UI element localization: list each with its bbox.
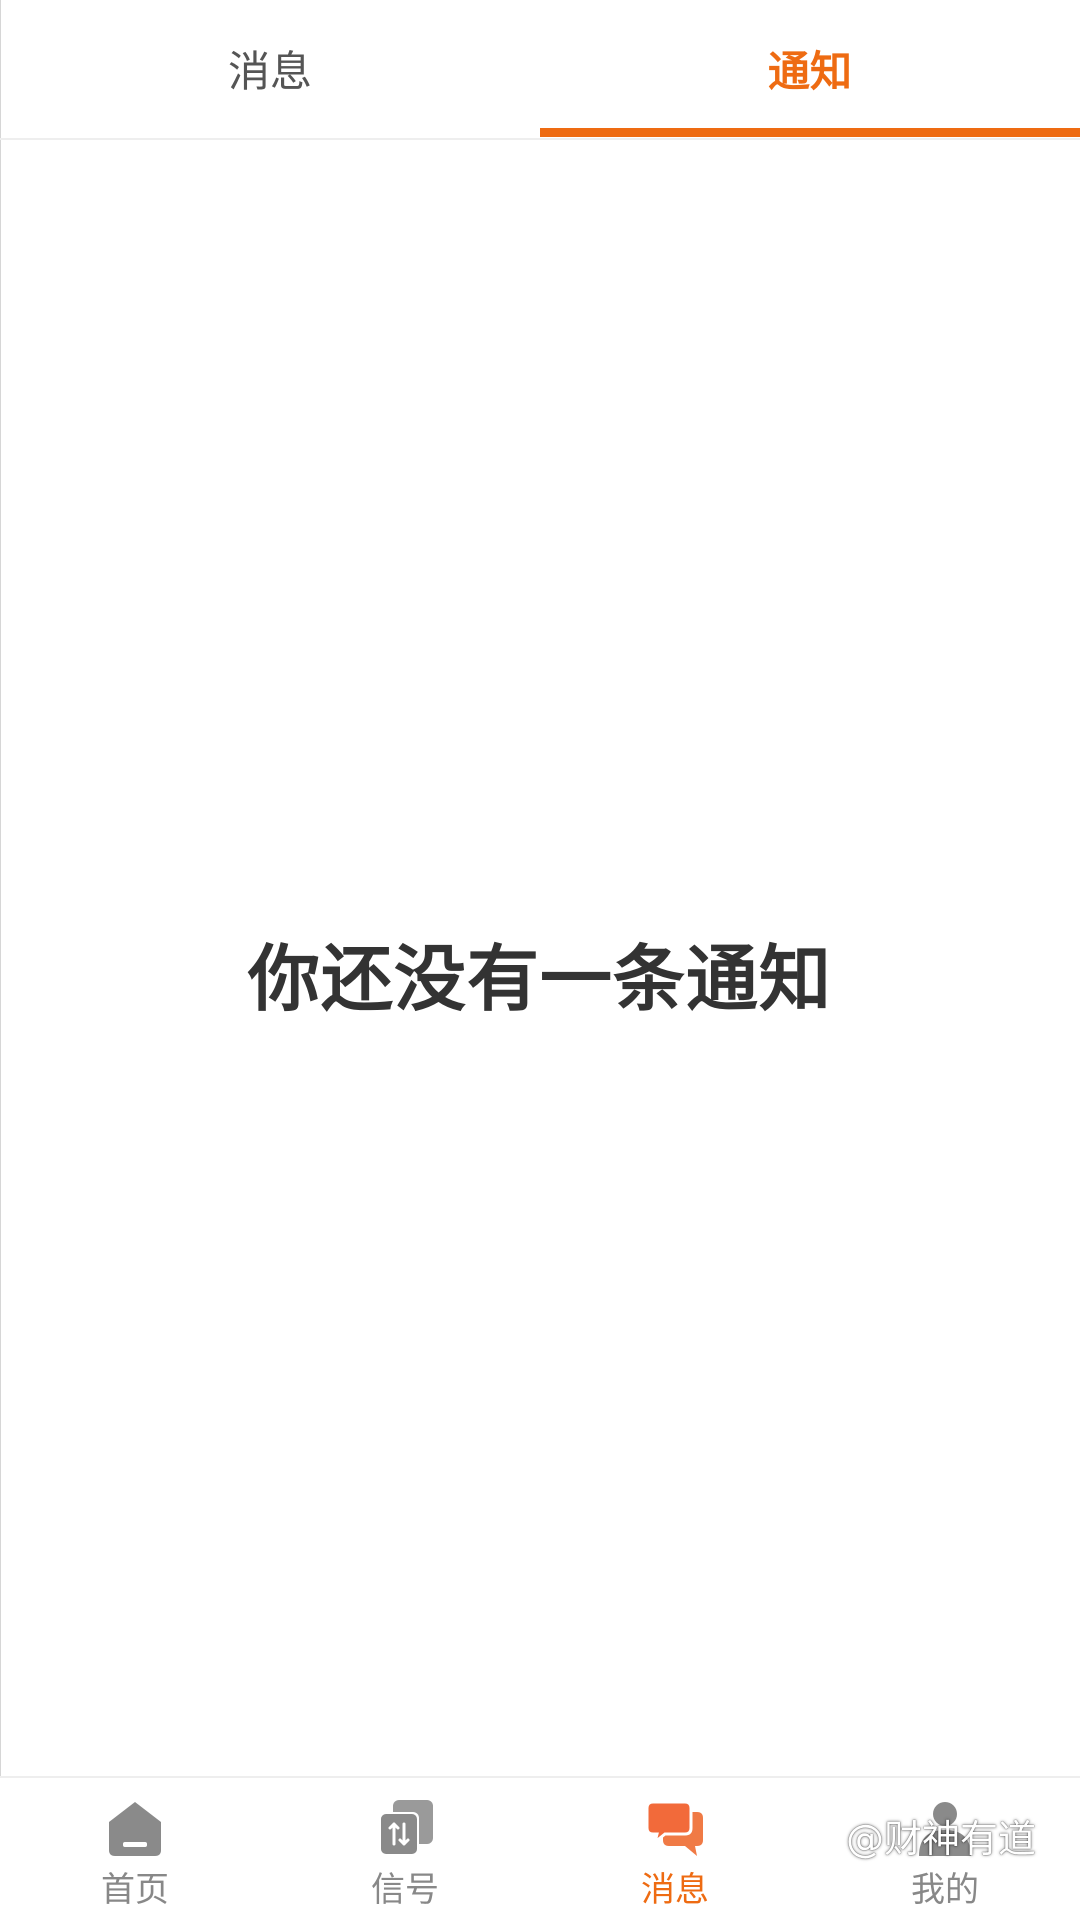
empty-state-text: 你还没有一条通知 — [247, 937, 832, 1021]
active-tab-indicator — [540, 128, 1080, 137]
nav-item-home[interactable]: 首页 — [0, 1778, 270, 1910]
nav-item-signal[interactable]: 信号 — [270, 1778, 540, 1910]
watermark-text: @财神有道 — [846, 1817, 1037, 1861]
home-icon — [109, 1802, 161, 1856]
top-tab-bar: 消息 通知 — [0, 0, 1080, 140]
chat-icon — [645, 1800, 703, 1856]
tab-messages[interactable]: 消息 — [0, 0, 540, 136]
nav-label-home: 首页 — [101, 1870, 169, 1910]
signal-icon — [379, 1800, 433, 1856]
nav-label-messages: 消息 — [641, 1870, 709, 1910]
nav-label-profile: 我的 — [911, 1870, 979, 1910]
tab-notices-label: 通知 — [767, 46, 852, 96]
tab-messages-label: 消息 — [227, 46, 312, 96]
nav-label-signal: 信号 — [371, 1870, 439, 1910]
tab-notices[interactable]: 通知 — [540, 0, 1080, 136]
nav-item-messages[interactable]: 消息 — [540, 1778, 810, 1910]
